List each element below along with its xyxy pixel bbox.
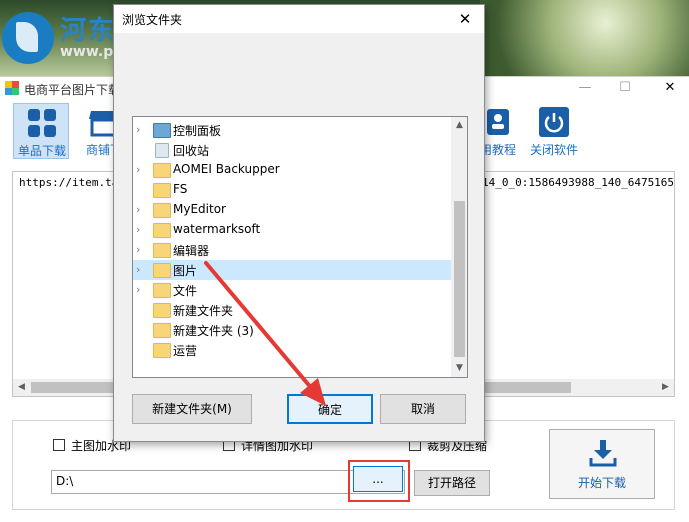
annotation-arrow-icon — [204, 261, 326, 406]
